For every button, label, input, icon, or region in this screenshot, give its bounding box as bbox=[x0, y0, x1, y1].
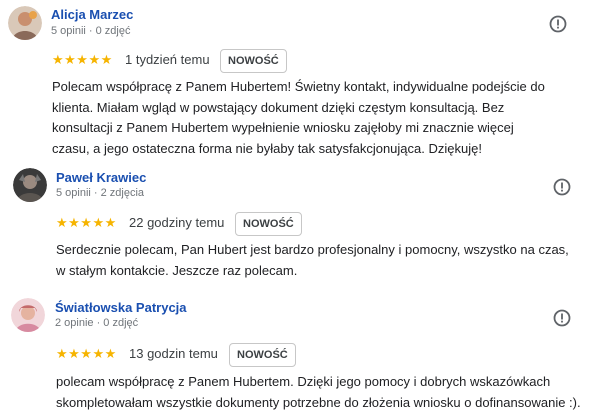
review-author-link[interactable]: Paweł Krawiec bbox=[56, 170, 146, 185]
review-time: 1 tydzień temu bbox=[125, 52, 210, 67]
review-text: Polecam współpracę z Panem Hubertem! Świ… bbox=[52, 79, 545, 156]
review-card: Paweł Krawiec 5 opinii · 2 zdjęcia ★★★★★… bbox=[0, 160, 591, 290]
review-author-meta: 5 opinii · 0 zdjęć bbox=[51, 25, 131, 37]
star-rating: ★★★★★ bbox=[56, 215, 117, 230]
new-badge: NOWOŚĆ bbox=[220, 49, 287, 73]
user-photo-avatar[interactable] bbox=[8, 6, 42, 40]
review-card: Alicja Marzec 5 opinii · 0 zdjęć ★★★★★ 1… bbox=[0, 0, 591, 160]
user-photo-avatar[interactable] bbox=[11, 298, 45, 332]
new-badge: NOWOŚĆ bbox=[235, 212, 302, 236]
report-flag-icon[interactable] bbox=[549, 15, 567, 33]
review-author-link[interactable]: Alicja Marzec bbox=[51, 7, 133, 22]
star-rating: ★★★★★ bbox=[52, 52, 113, 67]
review-author-link[interactable]: Światłowska Patrycja bbox=[55, 300, 187, 315]
review-author-meta: 5 opinii · 2 zdjęcia bbox=[56, 187, 145, 199]
user-photo-avatar[interactable] bbox=[13, 168, 47, 202]
review-text: Serdecznie polecam, Pan Hubert jest bard… bbox=[56, 242, 569, 278]
new-badge: NOWOŚĆ bbox=[229, 343, 296, 367]
star-rating: ★★★★★ bbox=[56, 346, 117, 361]
review-text: polecam współpracę z Panem Hubertem. Dzi… bbox=[56, 374, 581, 410]
report-flag-icon[interactable] bbox=[553, 178, 571, 196]
review-card: Światłowska Patrycja 2 opinie · 0 zdjęć … bbox=[0, 290, 591, 418]
review-time: 13 godzin temu bbox=[129, 346, 218, 361]
report-flag-icon[interactable] bbox=[553, 309, 571, 327]
review-time: 22 godziny temu bbox=[129, 215, 225, 230]
review-author-meta: 2 opinie · 0 zdjęć bbox=[55, 317, 139, 329]
